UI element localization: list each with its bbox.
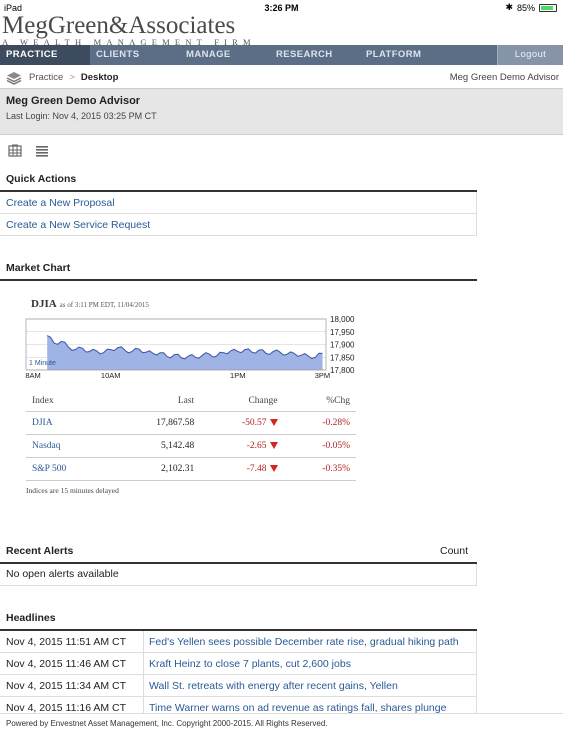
headline-link[interactable]: Kraft Heinz to close 7 plants, cut 2,600…: [149, 653, 351, 675]
index-sp500-link[interactable]: S&P 500: [26, 457, 113, 481]
col-last: Last: [112, 391, 195, 412]
headline-time: Nov 4, 2015 11:34 AM CT: [6, 680, 127, 692]
headline-link[interactable]: Wall St. retreats with energy after rece…: [149, 675, 398, 697]
djia-intraday-chart: 1 Minute 18,00017,95017,90017,85017,800 …: [25, 315, 355, 380]
breadcrumb-practice[interactable]: Practice: [29, 72, 63, 83]
nav-research[interactable]: RESEARCH: [276, 45, 333, 65]
main-nav: PRACTICE CLIENTS MANAGE RESEARCH PLATFOR…: [0, 45, 563, 65]
x-tick-label: 10AM: [101, 371, 121, 380]
grid-view-icon[interactable]: [8, 144, 22, 158]
alerts-count-header: Count: [440, 545, 469, 557]
chart-symbol: DJIA: [31, 298, 57, 310]
nav-clients[interactable]: CLIENTS: [96, 45, 139, 65]
firm-logo: MegGreen&Associates A WEALTH MANAGEMENT …: [0, 12, 300, 47]
create-service-request-link[interactable]: Create a New Service Request: [0, 214, 477, 236]
y-tick-label: 17,850: [330, 353, 355, 362]
create-proposal-link[interactable]: Create a New Proposal: [0, 192, 477, 214]
x-tick-label: 3PM: [315, 371, 330, 380]
last-login: Last Login: Nov 4, 2015 03:25 PM CT: [6, 111, 157, 121]
arrow-down-icon: [269, 418, 278, 426]
y-tick-label: 17,900: [330, 341, 355, 350]
x-tick-label: 8AM: [25, 371, 40, 380]
col-pctchg: %Chg: [283, 391, 356, 412]
list-view-icon[interactable]: [36, 144, 48, 158]
last-value: 17,867.58: [112, 411, 195, 435]
y-tick-label: 17,950: [330, 328, 355, 337]
col-index: Index: [26, 391, 113, 412]
bluetooth-icon: ✱: [505, 2, 513, 12]
nav-manage[interactable]: MANAGE: [186, 45, 231, 65]
index-djia-link[interactable]: DJIA: [26, 411, 113, 435]
y-tick-label: 17,800: [330, 366, 355, 375]
x-axis: 8AM 10AM 1PM 3PM: [25, 371, 330, 380]
headline-time: Nov 4, 2015 11:46 AM CT: [6, 658, 127, 670]
pctchg-value: -0.28%: [283, 411, 356, 435]
table-row: Nasdaq 5,142.48 -2.65 -0.05%: [26, 434, 356, 458]
market-chart-title: Market Chart: [6, 262, 71, 274]
interval-label: 1 Minute: [29, 360, 56, 367]
advisor-header: Meg Green Demo Advisor Last Login: Nov 4…: [0, 89, 563, 135]
advisor-selector[interactable]: Meg Green Demo Advisor: [450, 72, 559, 83]
arrow-down-icon: [269, 441, 278, 449]
status-right: ✱ 85%: [505, 2, 557, 13]
battery-icon: [539, 3, 557, 12]
col-change: Change: [194, 391, 284, 412]
headline-row: Nov 4, 2015 11:46 AM CT Kraft Heinz to c…: [0, 653, 477, 675]
advisor-name: Meg Green Demo Advisor: [6, 95, 141, 107]
footer: Powered by Envestnet Asset Management, I…: [0, 713, 563, 750]
quick-actions-title: Quick Actions: [6, 173, 77, 185]
breadcrumb-desktop: Desktop: [80, 72, 119, 83]
footer-copyright: Powered by Envestnet Asset Management, I…: [6, 719, 328, 728]
y-tick-label: 18,000: [330, 315, 355, 324]
x-tick-label: 1PM: [230, 371, 245, 380]
alerts-empty-message: No open alerts available: [0, 564, 477, 586]
headline-row: Nov 4, 2015 11:34 AM CT Wall St. retreat…: [0, 675, 477, 697]
nav-platform[interactable]: PLATFORM: [366, 45, 421, 65]
last-value: 2,102.31: [112, 457, 195, 481]
chevron-right-icon: >: [69, 72, 75, 83]
change-value: -7.48: [194, 457, 284, 481]
view-toggle: [8, 144, 48, 158]
chart-header: DJIA as of 3:11 PM EDT, 11/04/2015: [31, 294, 149, 312]
stack-icon[interactable]: [6, 71, 22, 88]
headline-link[interactable]: Fed's Yellen sees possible December rate…: [149, 631, 459, 653]
y-axis: 18,000 17,950 17,900 17,850 17,800: [330, 315, 355, 375]
change-value: -2.65: [194, 434, 284, 458]
delay-note: Indices are 15 minutes delayed: [26, 486, 119, 495]
headline-time: Nov 4, 2015 11:51 AM CT: [6, 636, 127, 648]
change-value: -50.57: [194, 411, 284, 435]
divider: [0, 279, 477, 281]
table-row: DJIA 17,867.58 -50.57 -0.28%: [26, 411, 356, 435]
pctchg-value: -0.35%: [283, 457, 356, 481]
headlines-title: Headlines: [6, 612, 56, 624]
nav-practice[interactable]: PRACTICE: [0, 45, 90, 65]
chart-as-of: as of 3:11 PM EDT, 11/04/2015: [59, 301, 149, 309]
logout-button[interactable]: Logout: [497, 45, 563, 65]
breadcrumb-bar: Practice > Desktop Meg Green Demo Advisor: [0, 65, 563, 89]
pctchg-value: -0.05%: [283, 434, 356, 458]
logo-name: MegGreen&Associates: [2, 12, 236, 39]
arrow-down-icon: [269, 464, 278, 472]
index-table: Index Last Change %Chg DJIA 17,867.58 -5…: [26, 391, 356, 481]
headline-row: Nov 4, 2015 11:51 AM CT Fed's Yellen see…: [0, 631, 477, 653]
last-value: 5,142.48: [112, 434, 195, 458]
battery-percent: 85%: [516, 2, 535, 13]
index-nasdaq-link[interactable]: Nasdaq: [26, 434, 113, 458]
table-row: S&P 500 2,102.31 -7.48 -0.35%: [26, 457, 356, 481]
recent-alerts-title: Recent Alerts: [6, 545, 74, 557]
table-header-row: Index Last Change %Chg: [26, 391, 356, 412]
breadcrumb: Practice > Desktop: [29, 72, 118, 83]
